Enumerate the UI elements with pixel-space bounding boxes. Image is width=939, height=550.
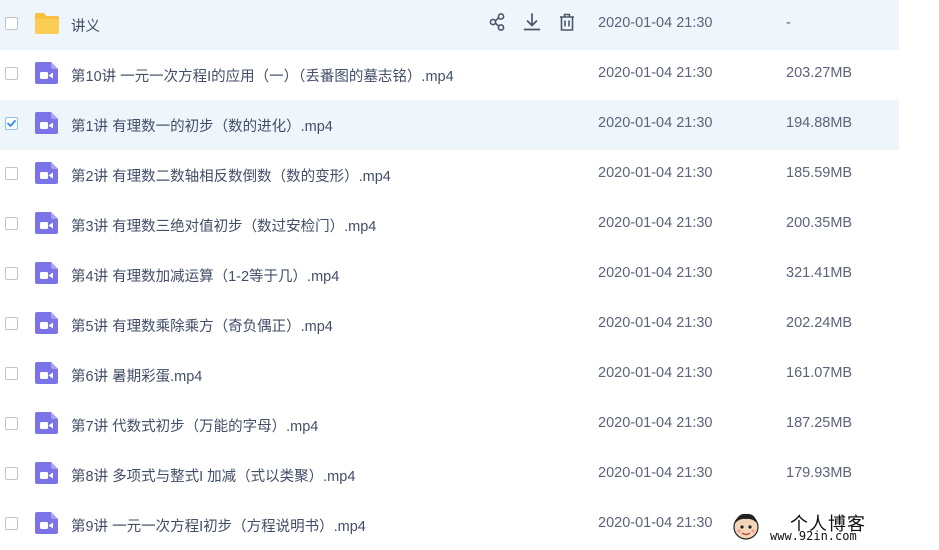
row-checkbox[interactable]: [5, 467, 18, 480]
file-size: 203.27MB: [786, 65, 853, 81]
file-size: 179.93MB: [786, 465, 853, 481]
modified-time: 2020-01-04 21:30: [598, 415, 713, 431]
file-size: 202.24MB: [786, 315, 853, 331]
video-file-icon: [35, 262, 58, 284]
share-icon[interactable]: [486, 11, 508, 33]
file-name[interactable]: 第10讲 一元一次方程I的应用（一）（丢番图的墓志铭）.mp4: [71, 65, 454, 86]
file-name[interactable]: 第9讲 一元一次方程I初步（方程说明书）.mp4: [71, 515, 366, 536]
folder-icon: [35, 13, 59, 34]
modified-time: 2020-01-04 21:30: [598, 465, 713, 481]
file-size: 194.88MB: [786, 115, 853, 131]
file-row[interactable]: 第10讲 一元一次方程I的应用（一）（丢番图的墓志铭）.mp4 2020-01-0…: [0, 50, 899, 100]
video-file-icon: [35, 62, 58, 84]
row-checkbox[interactable]: [5, 517, 18, 530]
modified-time: 2020-01-04 21:30: [598, 165, 713, 181]
modified-time: 2020-01-04 21:30: [598, 365, 713, 381]
file-size: 321.41MB: [786, 265, 853, 281]
file-size: 187.25MB: [786, 415, 853, 431]
row-checkbox[interactable]: [5, 167, 18, 180]
video-file-icon: [35, 512, 58, 534]
watermark-url: www.92in.com: [770, 529, 857, 543]
file-name[interactable]: 第5讲 有理数乘除乘方（奇负偶正）.mp4: [71, 315, 333, 336]
file-name[interactable]: 第3讲 有理数三绝对值初步（数过安检门）.mp4: [71, 215, 376, 236]
row-checkbox[interactable]: [5, 117, 18, 130]
file-row[interactable]: 第5讲 有理数乘除乘方（奇负偶正）.mp4 2020-01-04 21:30 202…: [0, 300, 899, 350]
file-row[interactable]: 第7讲 代数式初步（万能的字母）.mp4 2020-01-04 21:30 187.…: [0, 400, 899, 450]
video-file-icon: [35, 412, 58, 434]
modified-time: 2020-01-04 21:30: [598, 215, 713, 231]
file-size: 161.07MB: [786, 365, 853, 381]
row-checkbox[interactable]: [5, 417, 18, 430]
file-row[interactable]: 第6讲 暑期彩蛋.mp4 2020-01-04 21:30 161.07MB: [0, 350, 899, 400]
file-name[interactable]: 第8讲 多项式与整式I 加减（式以类聚）.mp4: [71, 465, 355, 486]
file-size: 200.35MB: [786, 215, 853, 231]
modified-time: 2020-01-04 21:30: [598, 515, 713, 531]
file-list: 讲义 2020-01-04 21:30 - 第10讲 一元一次方程I的应用（一）（丢番…: [0, 0, 899, 550]
file-name[interactable]: 讲义: [71, 15, 100, 36]
modified-time: 2020-01-04 21:30: [598, 65, 713, 81]
file-name[interactable]: 第4讲 有理数加减运算（1-2等于几）.mp4: [71, 265, 339, 286]
video-file-icon: [35, 462, 58, 484]
file-row[interactable]: 第3讲 有理数三绝对值初步（数过安检门）.mp4 2020-01-04 21:30…: [0, 200, 899, 250]
download-icon[interactable]: [521, 11, 543, 33]
video-file-icon: [35, 112, 58, 134]
file-row[interactable]: 第2讲 有理数二数轴相反数倒数（数的变形）.mp4 2020-01-04 21:3…: [0, 150, 899, 200]
video-file-icon: [35, 312, 58, 334]
video-file-icon: [35, 362, 58, 384]
file-size: -: [786, 15, 791, 31]
file-row[interactable]: 第1讲 有理数一的初步（数的进化）.mp4 2020-01-04 21:30 194…: [0, 100, 899, 150]
file-row[interactable]: 第4讲 有理数加减运算（1-2等于几）.mp4 2020-01-04 21:30 3…: [0, 250, 899, 300]
delete-icon[interactable]: [556, 11, 578, 33]
row-checkbox[interactable]: [5, 17, 18, 30]
video-file-icon: [35, 212, 58, 234]
row-checkbox[interactable]: [5, 367, 18, 380]
file-name[interactable]: 第1讲 有理数一的初步（数的进化）.mp4: [71, 115, 333, 136]
file-name[interactable]: 第2讲 有理数二数轴相反数倒数（数的变形）.mp4: [71, 165, 391, 186]
file-row[interactable]: 第8讲 多项式与整式I 加减（式以类聚）.mp4 2020-01-04 21:30…: [0, 450, 899, 500]
file-name[interactable]: 第7讲 代数式初步（万能的字母）.mp4: [71, 415, 318, 436]
row-checkbox[interactable]: [5, 317, 18, 330]
checkmark-icon: [7, 119, 16, 127]
file-size: 185.59MB: [786, 165, 853, 181]
row-checkbox[interactable]: [5, 67, 18, 80]
row-checkbox[interactable]: [5, 217, 18, 230]
file-row-folder[interactable]: 讲义 2020-01-04 21:30 -: [0, 0, 899, 50]
modified-time: 2020-01-04 21:30: [598, 265, 713, 281]
watermark-avatar-icon: [733, 513, 759, 540]
video-file-icon: [35, 162, 58, 184]
modified-time: 2020-01-04 21:30: [598, 115, 713, 131]
modified-time: 2020-01-04 21:30: [598, 315, 713, 331]
row-checkbox[interactable]: [5, 267, 18, 280]
file-name[interactable]: 第6讲 暑期彩蛋.mp4: [71, 365, 202, 386]
modified-time: 2020-01-04 21:30: [598, 15, 713, 31]
watermark: 个人博客 www.92in.com: [730, 506, 925, 546]
